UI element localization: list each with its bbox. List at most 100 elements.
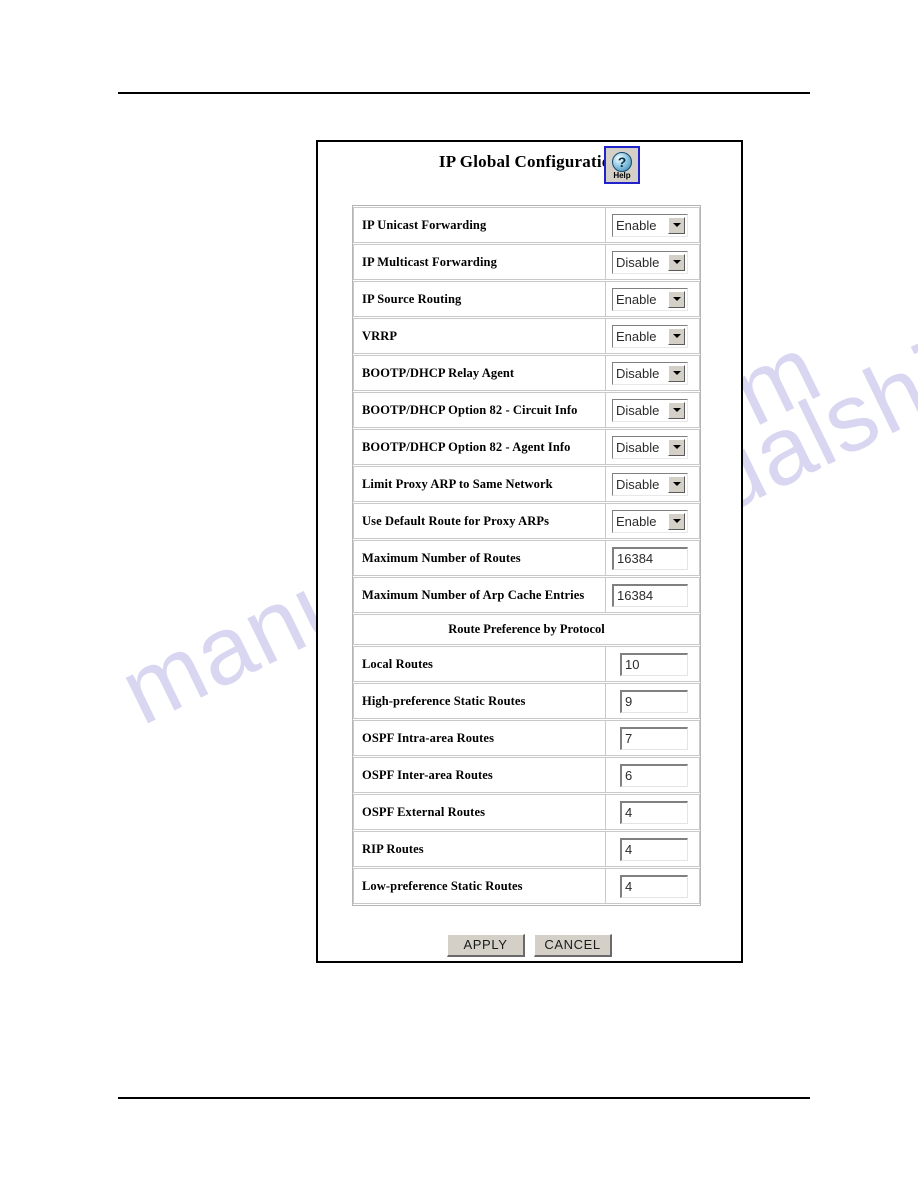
row-label: Use Default Route for Proxy ARPs (353, 503, 605, 539)
select-value: Disable (616, 439, 660, 455)
text-input[interactable]: 6 (620, 763, 688, 787)
select-value: Disable (616, 402, 660, 418)
row-label: OSPF External Routes (353, 794, 605, 830)
select-dropdown[interactable]: Disable (612, 361, 688, 385)
row-field: Disable (605, 429, 700, 465)
row-field: 4 (605, 868, 700, 904)
page-footer-rule (118, 1097, 810, 1099)
question-mark-icon: ? (612, 151, 632, 172)
row-field: 4 (605, 831, 700, 867)
text-input[interactable]: 10 (620, 652, 688, 676)
row-field: 10 (605, 646, 700, 682)
chevron-down-icon[interactable] (668, 401, 685, 419)
select-dropdown[interactable]: Disable (612, 250, 688, 274)
row-label: IP Unicast Forwarding (353, 207, 605, 243)
row-label: High-preference Static Routes (353, 683, 605, 719)
select-value: Enable (616, 217, 657, 233)
table-row: IP Multicast Forwarding Disable (353, 244, 700, 280)
chevron-down-icon[interactable] (668, 253, 685, 271)
table-row: Local Routes 10 (353, 646, 700, 682)
chevron-down-icon[interactable] (668, 512, 685, 530)
row-field: 7 (605, 720, 700, 756)
apply-button[interactable]: APPLY (447, 934, 525, 957)
select-dropdown[interactable]: Disable (612, 472, 688, 496)
row-label: RIP Routes (353, 831, 605, 867)
row-label: Local Routes (353, 646, 605, 682)
row-label: Maximum Number of Arp Cache Entries (353, 577, 605, 613)
select-dropdown[interactable]: Enable (612, 287, 688, 311)
table-row: Maximum Number of Routes 16384 (353, 540, 700, 576)
select-value: Disable (616, 254, 660, 270)
row-label: OSPF Inter-area Routes (353, 757, 605, 793)
text-input[interactable]: 4 (620, 837, 688, 861)
row-field: Disable (605, 392, 700, 428)
text-input[interactable]: 16384 (612, 583, 688, 607)
select-dropdown[interactable]: Enable (612, 213, 688, 237)
page-header-rule (118, 92, 810, 94)
table-row: VRRP Enable (353, 318, 700, 354)
help-button-label: Help (613, 170, 631, 180)
table-section-header: Route Preference by Protocol (353, 614, 700, 645)
row-field: 6 (605, 757, 700, 793)
table-row: OSPF Intra-area Routes 7 (353, 720, 700, 756)
row-label: Limit Proxy ARP to Same Network (353, 466, 605, 502)
text-input[interactable]: 4 (620, 800, 688, 824)
table-row: Use Default Route for Proxy ARPs Enable (353, 503, 700, 539)
table-row: RIP Routes 4 (353, 831, 700, 867)
row-label: BOOTP/DHCP Relay Agent (353, 355, 605, 391)
row-label: Maximum Number of Routes (353, 540, 605, 576)
help-button[interactable]: ? Help (604, 146, 640, 184)
select-dropdown[interactable]: Disable (612, 398, 688, 422)
text-input[interactable]: 4 (620, 874, 688, 898)
row-field: Enable (605, 207, 700, 243)
chevron-down-icon[interactable] (668, 327, 685, 345)
row-label: OSPF Intra-area Routes (353, 720, 605, 756)
chevron-down-icon[interactable] (668, 475, 685, 493)
text-input[interactable]: 9 (620, 689, 688, 713)
select-value: Disable (616, 476, 660, 492)
row-label: IP Source Routing (353, 281, 605, 317)
table-row: High-preference Static Routes 9 (353, 683, 700, 719)
text-input[interactable]: 7 (620, 726, 688, 750)
table-row: Limit Proxy ARP to Same Network Disable (353, 466, 700, 502)
page-title: IP Global Configuration (438, 152, 621, 171)
configuration-table: IP Unicast Forwarding Enable IP Multicast … (352, 205, 701, 906)
chevron-down-icon[interactable] (668, 290, 685, 308)
row-field: 4 (605, 794, 700, 830)
table-row: OSPF Inter-area Routes 6 (353, 757, 700, 793)
chevron-down-icon[interactable] (668, 438, 685, 456)
table-row: IP Source Routing Enable (353, 281, 700, 317)
row-label: BOOTP/DHCP Option 82 - Circuit Info (353, 392, 605, 428)
table-row: Low-preference Static Routes 4 (353, 868, 700, 904)
chevron-down-icon[interactable] (668, 364, 685, 382)
table-row: OSPF External Routes 4 (353, 794, 700, 830)
row-field: Disable (605, 355, 700, 391)
row-label: VRRP (353, 318, 605, 354)
row-label: BOOTP/DHCP Option 82 - Agent Info (353, 429, 605, 465)
row-field: Enable (605, 281, 700, 317)
row-field: Enable (605, 503, 700, 539)
select-value: Enable (616, 291, 657, 307)
panel-header: IP Global Configuration ? Help (318, 142, 741, 200)
row-label: IP Multicast Forwarding (353, 244, 605, 280)
cancel-button[interactable]: CANCEL (534, 934, 612, 957)
row-field: 16384 (605, 577, 700, 613)
section-header-label: Route Preference by Protocol (353, 614, 700, 645)
table-row: BOOTP/DHCP Option 82 - Circuit Info Disab… (353, 392, 700, 428)
table-row: IP Unicast Forwarding Enable (353, 207, 700, 243)
table-row: Maximum Number of Arp Cache Entries 16384 (353, 577, 700, 613)
text-input[interactable]: 16384 (612, 546, 688, 570)
row-label: Low-preference Static Routes (353, 868, 605, 904)
select-dropdown[interactable]: Disable (612, 435, 688, 459)
select-dropdown[interactable]: Enable (612, 509, 688, 533)
select-dropdown[interactable]: Enable (612, 324, 688, 348)
row-field: 9 (605, 683, 700, 719)
table-row: BOOTP/DHCP Option 82 - Agent Info Disable (353, 429, 700, 465)
action-button-bar: APPLY CANCEL (318, 934, 741, 957)
select-value: Disable (616, 365, 660, 381)
chevron-down-icon[interactable] (668, 216, 685, 234)
row-field: Disable (605, 244, 700, 280)
row-field: Disable (605, 466, 700, 502)
table-row: BOOTP/DHCP Relay Agent Disable (353, 355, 700, 391)
select-value: Enable (616, 513, 657, 529)
